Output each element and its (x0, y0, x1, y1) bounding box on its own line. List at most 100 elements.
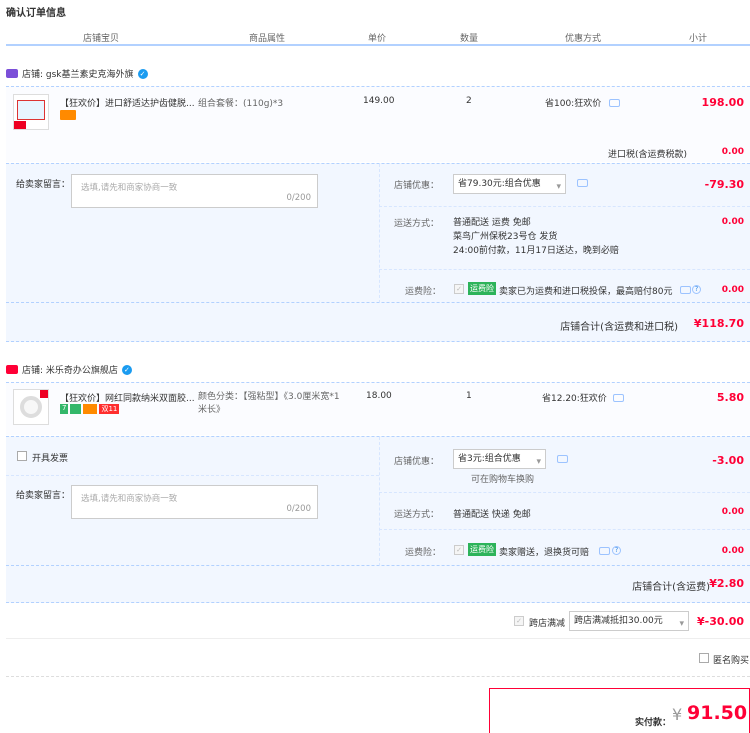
shop-total-label: 店铺合计(含运费和进口税) (560, 322, 678, 333)
cross-shop-row: ✓ 跨店满减 跨店满减抵扣30.00元 ▾ ¥-30.00 (6, 603, 750, 639)
chevron-down-icon: ▾ (556, 182, 561, 192)
product-attr: 颜色分类：【强粘型】《3.0厘米宽*1米长》 (198, 392, 340, 415)
page-title: 确认订单信息 (6, 8, 66, 19)
insurance-text: 卖家赠送，退换货可赔 (499, 548, 590, 558)
comment-icon[interactable] (599, 547, 610, 555)
card-icon (83, 404, 98, 414)
shop-discount-select[interactable]: 省3元:组合优惠 ▾ (453, 449, 546, 469)
seller-note-input[interactable]: 选填,请先和商家协商一致 0/200 (71, 174, 318, 208)
insurance-label: 运费险： (405, 287, 442, 297)
insurance-checkbox[interactable]: ✓ (454, 284, 464, 294)
shop-total-row: 店铺合计(含运费和进口税) ¥118.70 (6, 302, 750, 342)
cross-shop-select[interactable]: 跨店满减抵扣30.00元 ▾ (569, 611, 689, 631)
discount-value: -3.00 (712, 454, 744, 467)
product-thumbnail[interactable] (13, 389, 49, 425)
shield-icon (70, 404, 82, 414)
shop-total-value: ¥118.70 (693, 317, 744, 330)
help-icon[interactable]: ? (692, 285, 701, 294)
promo-text: 省100:狂欢价 (545, 99, 602, 109)
shop-name[interactable]: 店铺: 米乐奇办公旗舰店 (22, 363, 118, 376)
unit-price: 149.00 (363, 96, 395, 106)
product-thumbnail[interactable] (13, 94, 49, 130)
final-label: 实付款： (635, 718, 672, 728)
discount-value: -79.30 (704, 178, 744, 191)
note-placeholder: 选填,请先和商家协商一致 (81, 183, 178, 193)
col-subtotal: 小计 (689, 34, 708, 44)
seven-day-return-tag: 7 (60, 404, 69, 414)
item-subtotal: 5.80 (716, 391, 744, 404)
shop-total-value: ¥2.80 (709, 577, 744, 590)
product-attr: 组合套餐：(110g)*3 (198, 99, 284, 109)
insurance-text: 卖家已为运费和进口税投保，最高赔付80元 (499, 287, 673, 297)
comment-icon[interactable] (680, 286, 691, 294)
cross-shop-checkbox[interactable]: ✓ (514, 616, 524, 626)
tmall-global-icon (6, 69, 18, 78)
comment-icon[interactable] (577, 179, 588, 187)
col-quantity: 数量 (460, 34, 479, 44)
double11-tag: 双11 (99, 404, 120, 414)
currency-symbol: ¥ (672, 705, 683, 724)
item-row: 【狂欢价】网红同款纳米双面胶... 7 双11 颜色分类：【强粘型】《3.0厘米… (6, 382, 750, 435)
shop-name[interactable]: 店铺: gsk基兰素史克海外旗 (22, 67, 134, 80)
chat-icon[interactable]: ✓ (121, 364, 132, 375)
note-label: 给卖家留言： (16, 491, 71, 501)
item-subtotal: 198.00 (701, 96, 744, 109)
insurance-badge: 运费险 (468, 282, 496, 295)
discount-hint[interactable]: 可在购物车换购 (471, 472, 534, 485)
col-attributes: 商品属性 (249, 34, 286, 44)
insurance-checkbox[interactable]: ✓ (454, 545, 464, 555)
seller-note-input[interactable]: 选填,请先和商家协商一致 0/200 (71, 485, 318, 519)
comment-icon[interactable] (557, 455, 568, 463)
shipping-info: 普通配送 运费 免邮 菜鸟广州保税23号仓 发货 24:00前付款，11月17日… (453, 218, 619, 256)
col-price: 单价 (368, 34, 387, 44)
note-label: 给卖家留言： (16, 180, 71, 190)
quantity: 2 (466, 96, 472, 106)
shop-total-label: 店铺合计(含运费) (632, 582, 710, 593)
product-tags: 7 双11 (60, 404, 120, 414)
discount-label: 店铺优惠： (394, 457, 440, 467)
discount-label: 店铺优惠： (394, 181, 440, 191)
anonymous-label: 匿名购买 (713, 656, 750, 666)
tmall-icon (6, 365, 18, 374)
help-icon[interactable]: ? (612, 546, 621, 555)
cross-shop-label: 跨店满减 (529, 619, 566, 629)
unit-price: 18.00 (366, 391, 392, 401)
invoice-label: 开具发票 (32, 454, 69, 464)
col-shop-items: 店铺宝贝 (83, 34, 120, 44)
chevron-down-icon: ▾ (679, 619, 684, 629)
note-counter: 0/200 (286, 193, 312, 203)
comment-icon[interactable] (609, 99, 620, 107)
shop-discount-select[interactable]: 省79.30元:组合优惠 ▾ (453, 174, 566, 194)
shipping-label: 运送方式： (394, 510, 440, 520)
cross-shop-value: ¥-30.00 (696, 615, 744, 628)
shop-header: 店铺: gsk基兰素史克海外旗 ✓ (6, 67, 148, 80)
product-title[interactable]: 【狂欢价】网红同款纳米双面胶... (60, 391, 200, 404)
promo-text: 省12.20:狂欢价 (542, 394, 607, 404)
tax-label: 进口税(含运费税款) (607, 150, 687, 160)
chat-icon[interactable]: ✓ (137, 68, 148, 79)
column-header: 店铺宝贝 商品属性 单价 数量 优惠方式 小计 (6, 22, 750, 46)
quantity: 1 (466, 391, 472, 401)
shipping-value: 0.00 (721, 507, 744, 517)
shop-header: 店铺: 米乐奇办公旗舰店 ✓ (6, 363, 132, 376)
comment-icon[interactable] (613, 394, 624, 402)
invoice-checkbox[interactable] (17, 451, 27, 461)
product-title[interactable]: 【狂欢价】进口舒适达护齿健脱... (60, 96, 200, 109)
chevron-down-icon: ▾ (536, 457, 541, 467)
final-amount: 91.50 (687, 702, 748, 724)
shipping-value: 0.00 (721, 217, 744, 227)
shop-detail-panel: 开具发票 给卖家留言： 选填,请先和商家协商一致 0/200 店铺优惠： 省3元… (6, 436, 750, 566)
tax-value: 0.00 (721, 147, 744, 157)
final-payment-box: 实付款： ¥ 91.50 (489, 688, 750, 733)
col-promotion: 优惠方式 (565, 34, 602, 44)
insurance-label: 运费险： (405, 548, 442, 558)
anonymous-checkbox[interactable] (699, 653, 709, 663)
shop-detail-panel: 给卖家留言： 选填,请先和商家协商一致 0/200 店铺优惠： 省79.30元:… (6, 163, 750, 303)
item-row: 【狂欢价】进口舒适达护齿健脱... 组合套餐：(110g)*3 149.00 2… (6, 86, 750, 162)
insurance-value: 0.00 (721, 546, 744, 556)
note-counter: 0/200 (286, 504, 312, 514)
card-icon (60, 110, 76, 120)
shipping-label: 运送方式： (394, 219, 440, 229)
shop-total-row: 店铺合计(含运费) ¥2.80 (6, 565, 750, 603)
shipping-info: 普通配送 快递 免邮 (453, 510, 531, 520)
